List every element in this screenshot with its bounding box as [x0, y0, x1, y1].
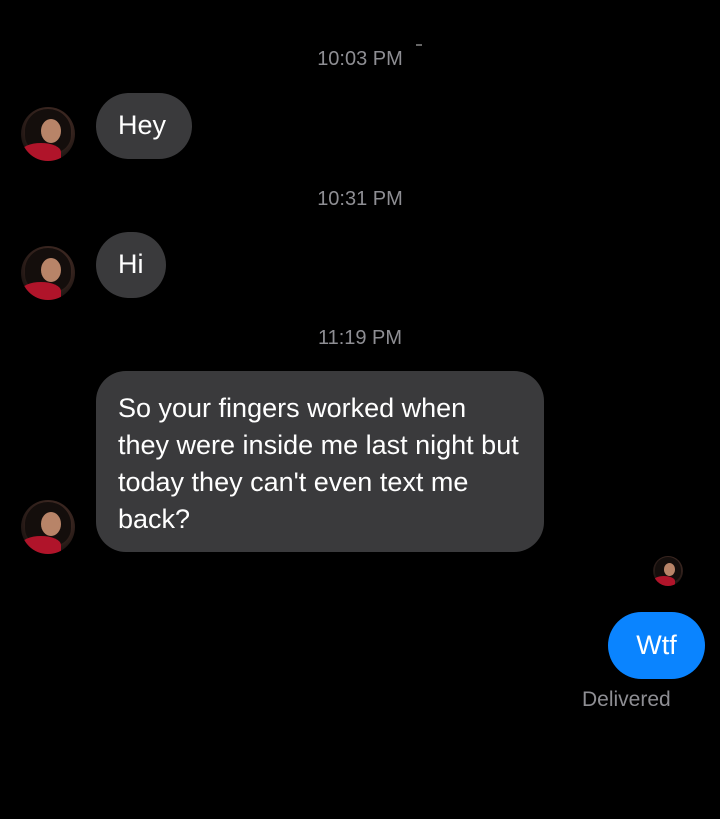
- contact-avatar[interactable]: [21, 107, 75, 161]
- status-mark: [416, 44, 422, 46]
- timestamp: 10:31 PM: [317, 188, 403, 210]
- avatar-shirt: [21, 143, 61, 161]
- avatar-shirt: [21, 536, 61, 554]
- contact-avatar[interactable]: [21, 500, 75, 554]
- seen-avatar: [653, 556, 683, 586]
- message-text: So your fingers worked when they were in…: [118, 393, 519, 534]
- incoming-message[interactable]: So your fingers worked when they were in…: [96, 371, 544, 552]
- timestamp: 10:03 PM: [317, 48, 403, 70]
- message-text: Hey: [118, 110, 167, 140]
- message-text: Hi: [118, 249, 144, 279]
- avatar-face: [41, 258, 61, 282]
- outgoing-message[interactable]: Wtf: [608, 612, 705, 679]
- delivery-status: Delivered: [582, 688, 671, 711]
- incoming-message[interactable]: Hi: [96, 232, 166, 298]
- avatar-shirt: [653, 576, 675, 586]
- avatar-shirt: [21, 282, 61, 300]
- avatar-face: [664, 563, 675, 576]
- incoming-message[interactable]: Hey: [96, 93, 192, 159]
- contact-avatar[interactable]: [21, 246, 75, 300]
- avatar-face: [41, 512, 61, 536]
- avatar-face: [41, 119, 61, 143]
- timestamp: 11:19 PM: [317, 327, 403, 349]
- message-text: Wtf: [636, 630, 677, 660]
